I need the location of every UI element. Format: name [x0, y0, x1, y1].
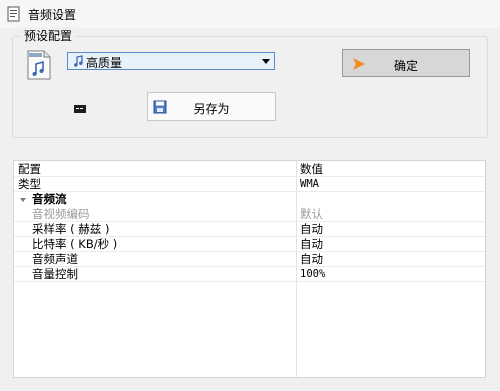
channels-name: 音频声道 — [32, 252, 78, 266]
category-label: 音频流 — [32, 192, 67, 206]
grid-row-channels[interactable]: 音频声道 自动 — [14, 252, 485, 267]
row-divider — [14, 281, 485, 282]
settings-doc-icon — [6, 6, 22, 22]
grid-row-type[interactable]: 类型 WMA — [14, 177, 485, 192]
grid-category-audio-stream[interactable]: 音频流 — [14, 192, 485, 207]
console-icon — [74, 102, 86, 113]
bitrate-value: 自动 — [300, 237, 323, 251]
codec-name: 音视频编码 — [32, 207, 90, 221]
audio-settings-window: 音频设置 预设配置 高质量 确定 另存为 配置 数值 类型 WMA 音频流 音视… — [0, 0, 500, 391]
codec-value: 默认 — [300, 207, 323, 221]
type-name: 类型 — [18, 177, 41, 191]
save-as-button-label: 另存为 — [193, 102, 230, 116]
bitrate-name: 比特率 ( KB/秒 ) — [32, 237, 118, 251]
sample-rate-value: 自动 — [300, 222, 323, 236]
ok-button-label: 确定 — [393, 59, 418, 73]
grid-header-row: 配置 数值 — [14, 162, 485, 177]
preset-select-value: 高质量 — [86, 56, 123, 70]
grid-row-bitrate[interactable]: 比特率 ( KB/秒 ) 自动 — [14, 237, 485, 252]
grid-row-codec[interactable]: 音视频编码 默认 — [14, 207, 485, 222]
ok-button[interactable]: 确定 — [342, 49, 470, 77]
preset-group-label: 预设配置 — [20, 27, 77, 44]
type-value: WMA — [300, 178, 319, 190]
grid-row-sample-rate[interactable]: 采样率 ( 赫兹 ) 自动 — [14, 222, 485, 237]
grid-row-volume[interactable]: 音量控制 100% — [14, 267, 485, 282]
title-bar: 音频设置 — [0, 0, 500, 28]
wma-file-icon — [26, 50, 52, 80]
sample-rate-name: 采样率 ( 赫兹 ) — [32, 222, 110, 236]
collapse-triangle-icon[interactable] — [20, 197, 26, 202]
channels-value: 自动 — [300, 252, 323, 266]
window-title: 音频设置 — [28, 8, 77, 22]
header-value: 数值 — [300, 162, 323, 176]
category-label-wrap: 音频流 — [20, 192, 67, 207]
property-grid: 配置 数值 类型 WMA 音频流 音视频编码 默认 采样率 ( 赫兹 ) 自动 … — [13, 160, 486, 378]
save-as-button[interactable]: 另存为 — [147, 92, 276, 121]
volume-name: 音量控制 — [32, 267, 78, 281]
music-note-icon — [72, 55, 84, 67]
chevron-down-icon[interactable] — [262, 59, 270, 64]
preset-select[interactable]: 高质量 — [67, 52, 275, 70]
volume-value: 100% — [300, 268, 326, 280]
header-name: 配置 — [18, 162, 41, 176]
